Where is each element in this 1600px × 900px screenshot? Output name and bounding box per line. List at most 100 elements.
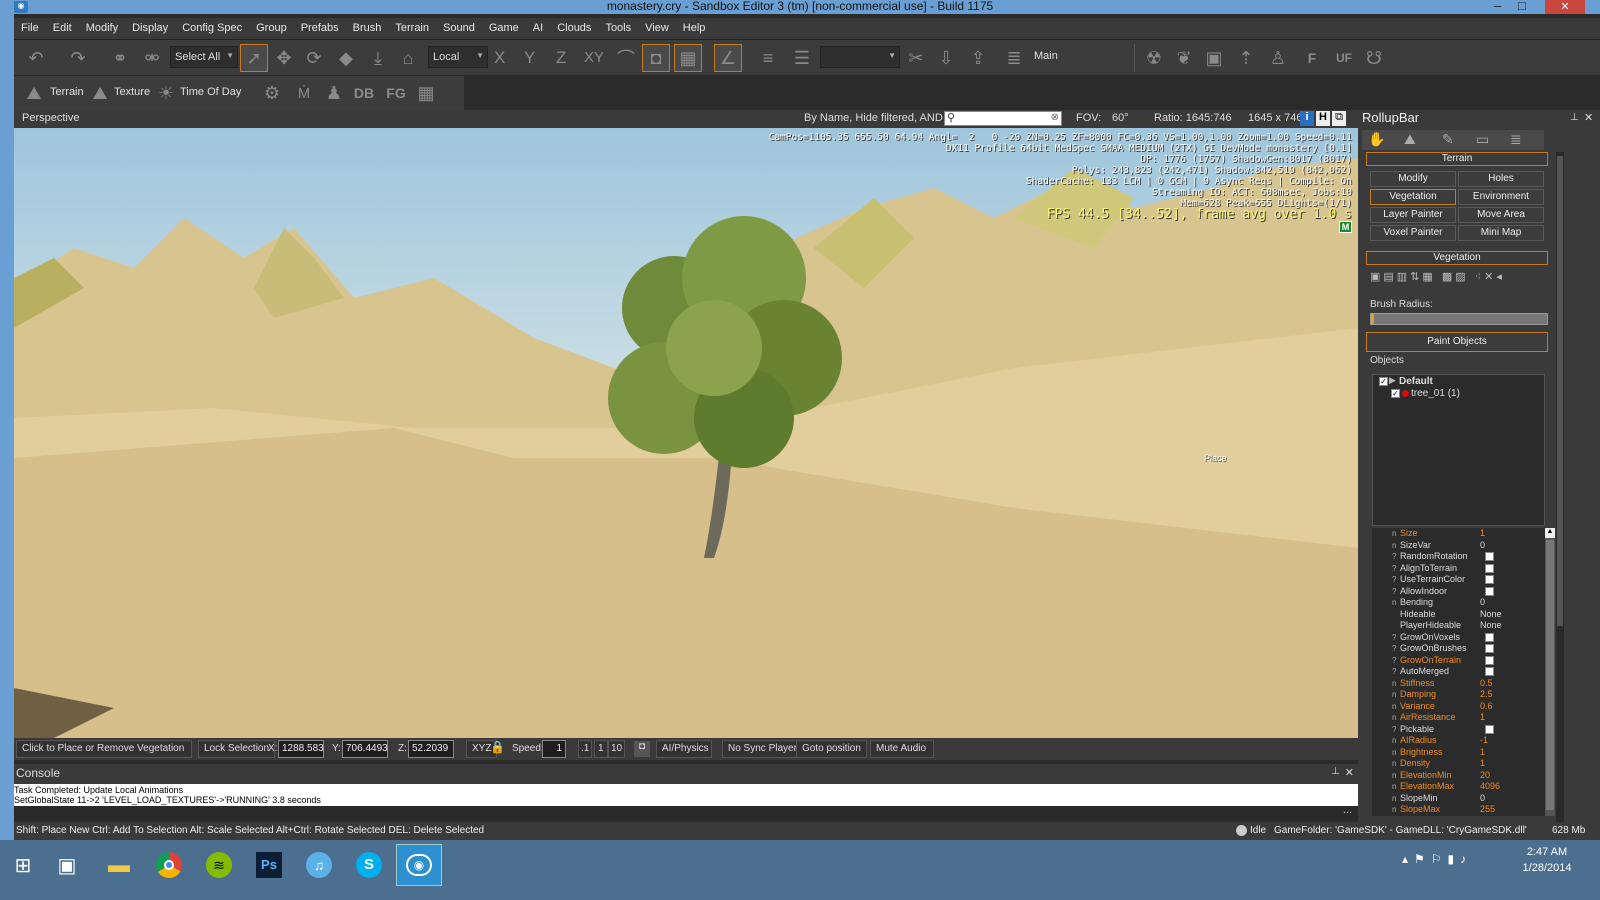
system-tray-icons[interactable]: ▴⚑⚐▮♪ <box>1402 852 1472 866</box>
properties-scrollbar[interactable]: ▲ <box>1545 528 1555 816</box>
console-more-button[interactable]: ... <box>1343 804 1352 816</box>
character-icon[interactable]: ♙ <box>1264 44 1292 72</box>
link-icon[interactable]: ⚭ <box>106 44 134 72</box>
property-row[interactable]: ? Pickable <box>1372 724 1545 736</box>
fov-value[interactable]: 60° <box>1112 112 1129 124</box>
menu-display[interactable]: Display <box>125 18 175 38</box>
speed-preset-1[interactable]: 1 <box>594 740 608 758</box>
materials-icon[interactable]: ⚙ <box>258 79 286 107</box>
expand-icon[interactable]: ▶ <box>1389 375 1396 386</box>
property-checkbox[interactable] <box>1485 655 1494 665</box>
script-icon[interactable]: ☋ <box>1360 44 1388 72</box>
property-row[interactable]: ? GrowOnVoxels <box>1372 632 1545 644</box>
scale-icon[interactable]: ◆ <box>332 44 360 72</box>
viewport-name[interactable]: Perspective <box>22 112 79 124</box>
lock-selection-button[interactable]: Lock Selection <box>198 740 276 758</box>
character-editor-icon[interactable]: ♟ <box>320 79 348 107</box>
rotate-icon[interactable]: ⟳ <box>300 44 328 72</box>
clock-time[interactable]: 2:47 AM <box>1502 846 1592 858</box>
lock-icon[interactable]: 🔒 <box>490 740 505 754</box>
particle-icon[interactable]: ❦ <box>1170 44 1198 72</box>
terrain-snap-icon[interactable]: ⌒ <box>612 44 640 72</box>
property-value[interactable]: 1 <box>1480 747 1485 758</box>
mini-map-button[interactable]: Mini Map <box>1458 225 1544 241</box>
close-rollup-icon[interactable]: ✕ <box>1584 111 1593 124</box>
angle-snap-icon[interactable]: ∠ <box>714 44 742 72</box>
redo-icon[interactable]: ↷ <box>64 44 92 72</box>
property-row[interactable]: n AIRadius -1 <box>1372 735 1545 747</box>
property-checkbox[interactable] <box>1485 724 1494 734</box>
axis-y-button[interactable]: Y <box>524 48 535 68</box>
close-console-icon[interactable]: ✕ <box>1345 766 1354 779</box>
select-terrain-icon[interactable]: ⌂ <box>394 44 422 72</box>
property-row[interactable]: ? GrowOnTerrain <box>1372 655 1545 667</box>
file-explorer-icon[interactable]: ▬ <box>96 844 142 886</box>
property-row[interactable]: PlayerHideable None <box>1372 620 1545 632</box>
spotify-icon[interactable]: ≋ <box>196 844 242 886</box>
property-checkbox[interactable] <box>1485 575 1494 584</box>
chrome-icon[interactable] <box>146 844 192 886</box>
ai-physics-button[interactable]: AI/Physics <box>656 740 712 758</box>
layers-tab-icon[interactable]: ≣ <box>1510 131 1522 148</box>
vegetation-section-header[interactable]: Vegetation <box>1366 251 1548 265</box>
select-arrow-icon[interactable]: ➚ <box>240 44 268 72</box>
coordinate-space-dropdown[interactable]: Local ▼ <box>428 46 488 68</box>
environment-button[interactable]: Environment <box>1458 189 1544 205</box>
perspective-viewport[interactable]: CamPos=1105.35 655.50 64.94 Angl= 2 0 -2… <box>14 128 1358 738</box>
texture-editor-button[interactable]: Texture <box>114 86 150 98</box>
unlink-icon[interactable]: ⚮ <box>138 44 166 72</box>
tool-icon-2[interactable]: ⇩ <box>932 44 960 72</box>
property-row[interactable]: ? AutoMerged <box>1372 666 1545 678</box>
property-row[interactable]: n ElevationMax 4096 <box>1372 781 1545 793</box>
menu-sound[interactable]: Sound <box>436 18 482 38</box>
paint-objects-button[interactable]: Paint Objects <box>1366 332 1548 352</box>
property-row[interactable]: n Size 1 <box>1372 528 1545 540</box>
menu-help[interactable]: Help <box>676 18 713 38</box>
property-row[interactable]: ? AllowIndoor <box>1372 586 1545 598</box>
property-checkbox[interactable] <box>1485 667 1494 676</box>
maximize-viewport-icon[interactable]: ⧉ <box>1332 111 1346 126</box>
property-row[interactable]: n Density 1 <box>1372 758 1545 770</box>
property-value[interactable]: 0 <box>1480 540 1485 551</box>
layers-icon[interactable]: ≣ <box>1000 44 1028 72</box>
property-value[interactable]: 0.5 <box>1480 678 1493 689</box>
windows-start-icon[interactable]: ⊞ <box>0 844 46 886</box>
axis-x-button[interactable]: X <box>494 48 505 68</box>
flowgraph-f-button[interactable]: F <box>1298 44 1326 72</box>
database-button[interactable]: DB <box>350 79 378 107</box>
itunes-icon[interactable]: ♫ <box>296 844 342 886</box>
display-tab-icon[interactable]: ▭ <box>1476 131 1489 148</box>
property-row[interactable]: ? AlignToTerrain <box>1372 563 1545 575</box>
time-of-day-button[interactable]: Time Of Day <box>180 86 241 98</box>
property-row[interactable]: n SlopeMin 0 <box>1372 793 1545 805</box>
axis-z-button[interactable]: Z <box>556 48 566 68</box>
menu-view[interactable]: View <box>638 18 676 38</box>
info-button[interactable]: i <box>1300 111 1314 126</box>
objects-tab-icon[interactable]: ✋ <box>1368 131 1385 148</box>
property-row[interactable]: ? UseTerrainColor <box>1372 574 1545 586</box>
flowgraph-button[interactable]: FG <box>382 79 410 107</box>
no-sync-player-button[interactable]: No Sync Player <box>722 740 803 758</box>
mute-audio-button[interactable]: Mute Audio <box>870 740 934 758</box>
scroll-up-icon[interactable]: ▲ <box>1545 528 1555 538</box>
property-value[interactable]: 1 <box>1480 712 1485 723</box>
camera-snap-icon[interactable]: ◘ <box>642 44 670 72</box>
speed-preset-10[interactable]: 10 <box>608 740 626 758</box>
camera-icon[interactable]: ◘ <box>634 741 650 757</box>
property-row[interactable]: n Stiffness 0.5 <box>1372 678 1545 690</box>
property-value[interactable]: 1 <box>1480 528 1485 539</box>
close-window-icon[interactable]: ✕ <box>1545 0 1585 14</box>
property-checkbox[interactable] <box>1485 563 1494 573</box>
tool-icon-1[interactable]: ✂ <box>902 44 930 72</box>
property-value[interactable]: 2.5 <box>1480 689 1493 700</box>
property-row[interactable]: n Brightness 1 <box>1372 747 1545 759</box>
menu-tools[interactable]: Tools <box>598 18 638 38</box>
modeling-tab-icon[interactable]: ✎ <box>1442 131 1454 148</box>
move-area-button[interactable]: Move Area <box>1458 207 1544 223</box>
align-icon[interactable]: ≡ <box>754 44 782 72</box>
tree-item-checkbox[interactable]: ✓ <box>1391 389 1400 398</box>
default-group-checkbox[interactable]: ✓ <box>1379 377 1388 386</box>
property-checkbox[interactable] <box>1485 552 1494 561</box>
property-checkbox[interactable] <box>1485 632 1494 642</box>
terrain-section-header[interactable]: Terrain <box>1366 152 1548 166</box>
